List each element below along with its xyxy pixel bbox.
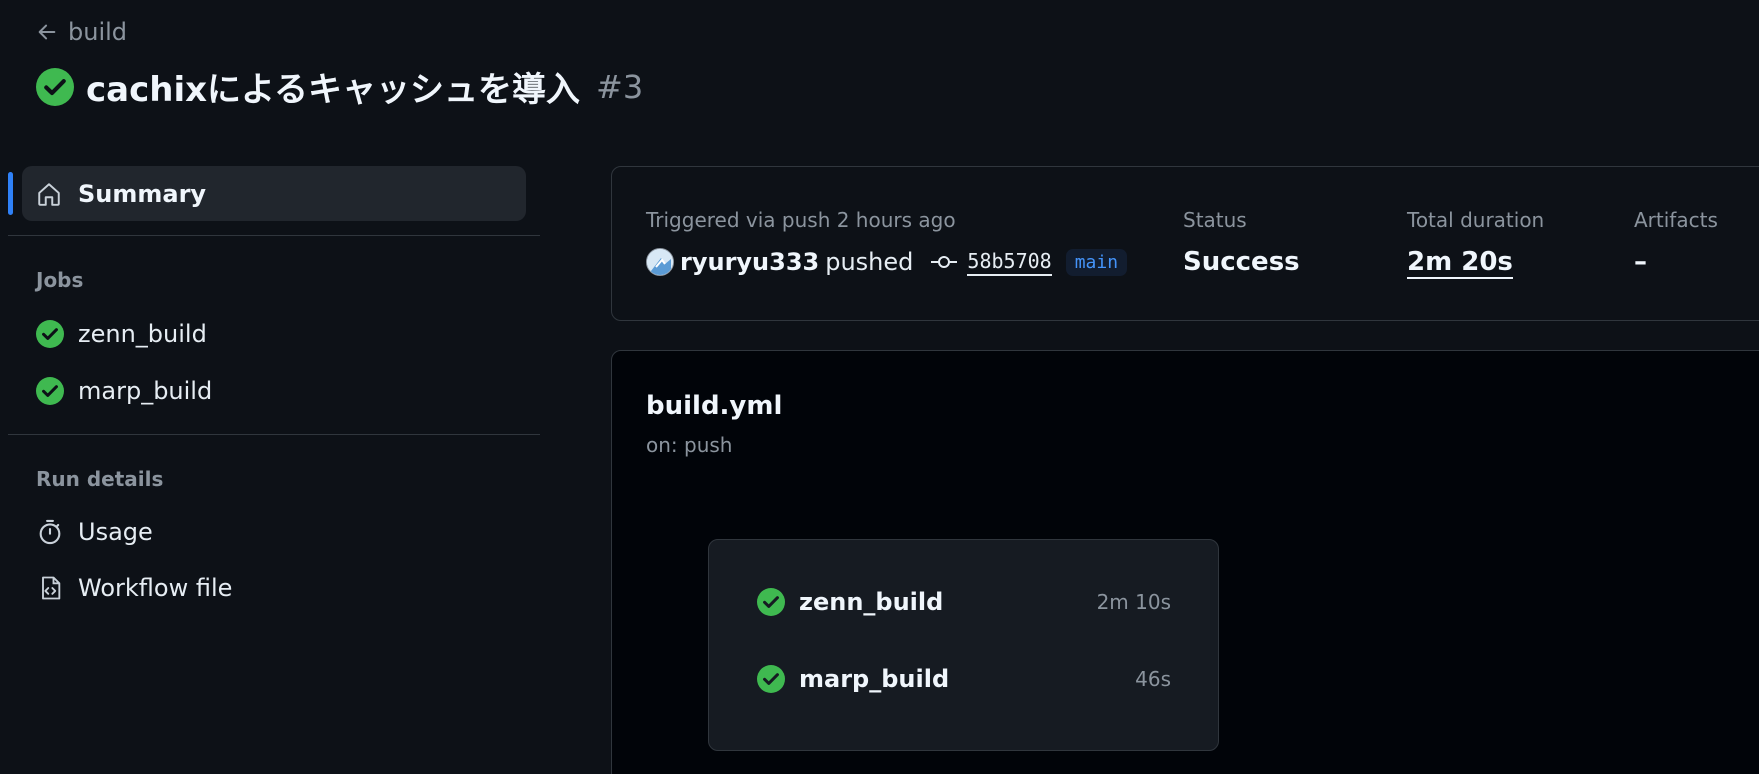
workflow-graph-card: build.yml on: push zenn_build 2m 10s mar… [611,350,1759,774]
sidebar-item-label: Workflow file [78,574,233,602]
check-circle-icon [757,588,785,616]
run-number: #3 [596,67,644,106]
git-commit-icon [931,253,958,271]
duration-label: Total duration [1407,208,1545,232]
sidebar-divider [8,235,540,236]
stopwatch-icon [36,518,64,546]
jobs-heading: Jobs [36,268,84,292]
sidebar-item-label: zenn_build [78,320,207,348]
run-title: cachixによるキャッシュを導入 [86,70,581,110]
artifacts-label: Artifacts [1634,208,1718,232]
job-duration: 2m 10s [1096,590,1171,614]
check-circle-icon [757,665,785,693]
run-summary-card: Triggered via push 2 hours ago ryuryu333… [611,166,1759,321]
jobs-group: zenn_build 2m 10s marp_build 46s [708,539,1219,751]
avatar[interactable] [646,248,674,276]
run-details-heading: Run details [36,467,164,491]
sidebar-item-marp-build[interactable]: marp_build [36,377,212,405]
file-code-icon [36,574,64,602]
user-link[interactable]: ryuryu333 [680,248,819,276]
job-node-zenn-build[interactable]: zenn_build 2m 10s [757,588,1171,616]
sidebar-item-label: marp_build [78,377,213,405]
check-circle-icon [36,320,64,348]
status-value: Success [1183,247,1300,277]
check-circle-icon [36,377,64,405]
sidebar-item-zenn-build[interactable]: zenn_build [36,320,207,348]
pushed-text: pushed [825,248,914,276]
home-icon [36,181,62,207]
duration-link[interactable]: 2m 20s [1407,247,1513,279]
active-indicator [8,172,13,215]
workflow-file-name: build.yml [646,391,783,421]
job-name: zenn_build [799,588,944,616]
job-name: marp_build [799,665,950,693]
triggered-text: Triggered via push 2 hours ago [646,208,956,232]
pusher-info: ryuryu333 pushed 58b5708 main [646,248,1128,276]
sidebar-item-label: Summary [78,179,207,208]
job-node-marp-build[interactable]: marp_build 46s [757,665,1171,693]
sidebar-item-usage[interactable]: Usage [36,518,153,546]
artifacts-value: – [1634,247,1647,277]
back-link-label: build [68,18,128,46]
sidebar-item-label: Usage [78,518,153,546]
arrow-left-icon [36,21,58,43]
back-link[interactable]: build [36,18,127,46]
sidebar-divider [8,434,540,435]
workflow-trigger: on: push [646,433,733,457]
commit-sha-link[interactable]: 58b5708 [967,249,1052,276]
sidebar-item-summary[interactable]: Summary [22,166,526,221]
check-circle-icon [36,67,74,106]
sidebar-item-workflow-file[interactable]: Workflow file [36,574,232,602]
status-label: Status [1183,208,1247,232]
page-title: cachixによるキャッシュを導入 #3 [36,62,643,111]
branch-badge[interactable]: main [1065,248,1128,276]
job-duration: 46s [1135,667,1171,691]
